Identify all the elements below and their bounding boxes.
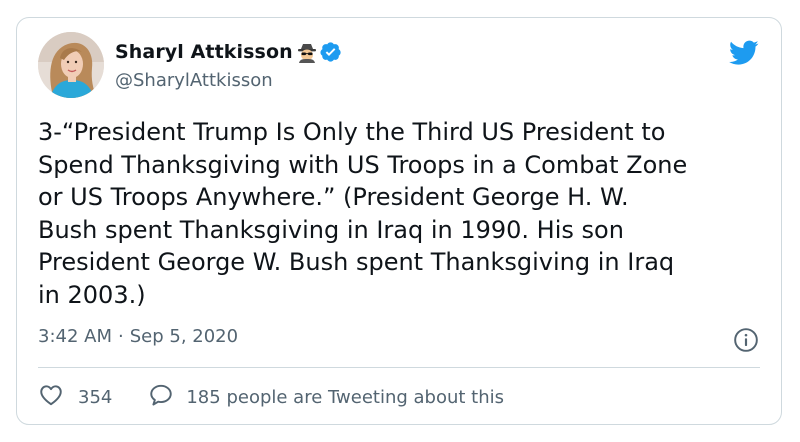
tweet-timestamp[interactable]: 3:42 AM · Sep 5, 2020: [38, 326, 238, 347]
twitter-bird-icon[interactable]: [728, 40, 759, 66]
heart-icon: [38, 382, 64, 413]
verified-badge-icon: [320, 41, 342, 63]
tweet-card: Sharyl Attkisson @SharylAttkisson 3-“Pre…: [16, 17, 782, 425]
tweeting-about-button[interactable]: 185 people are Tweeting about this: [148, 382, 504, 413]
tweet-date[interactable]: Sep 5, 2020: [130, 326, 238, 347]
avatar[interactable]: [38, 32, 104, 98]
author-display-name[interactable]: Sharyl Attkisson: [115, 41, 293, 63]
like-count: 354: [78, 387, 113, 408]
like-button[interactable]: 354: [38, 382, 112, 413]
author-handle[interactable]: @SharylAttkisson: [115, 70, 273, 91]
info-icon[interactable]: [733, 327, 759, 353]
tweet-time[interactable]: 3:42 AM: [38, 326, 112, 347]
speech-bubble-icon: [148, 382, 174, 413]
spy-emoji-icon: [296, 41, 318, 63]
timestamp-separator: ·: [118, 326, 124, 347]
author-name-row: Sharyl Attkisson: [115, 38, 342, 66]
avatar-image: [38, 32, 104, 98]
tweeting-about-text[interactable]: 185 people are Tweeting about this: [186, 387, 504, 408]
divider: [38, 367, 760, 368]
tweet-text: 3-“President Trump Is Only the Third US …: [38, 118, 688, 309]
tweet-actions: 354 185 people are Tweeting about this: [38, 382, 504, 413]
